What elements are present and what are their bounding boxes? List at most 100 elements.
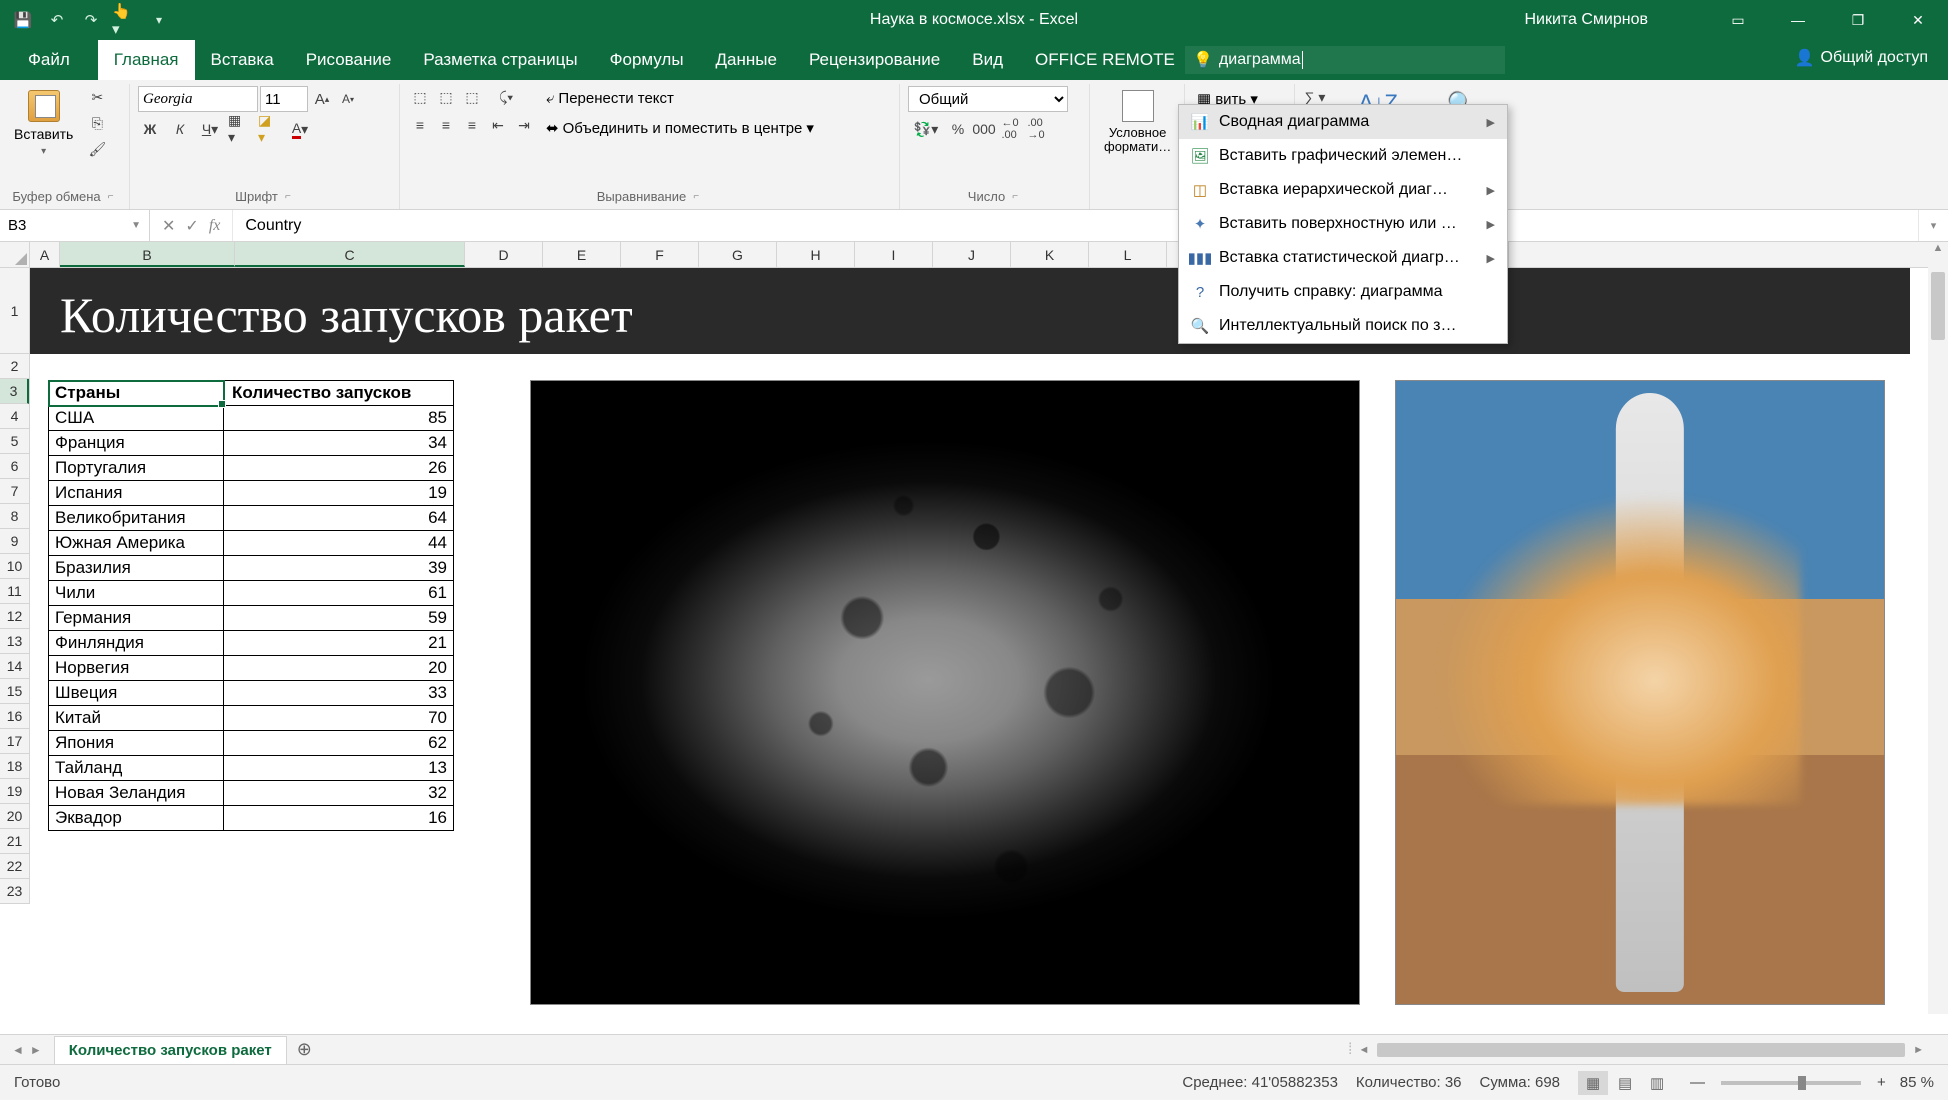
column-header[interactable]: F (621, 242, 699, 267)
vertical-scrollbar[interactable]: ▲ (1928, 242, 1948, 1014)
scroll-thumb[interactable] (1931, 272, 1945, 340)
zoom-level[interactable]: 85 % (1900, 1074, 1934, 1091)
table-row[interactable]: Бразилия39 (49, 556, 454, 581)
dialog-launcher-icon[interactable]: ⌐ (105, 191, 117, 203)
row-header[interactable]: 21 (0, 829, 29, 854)
dd-insert-hierarchical[interactable]: ◫Вставка иерархической диаг…▶ (1179, 173, 1507, 207)
row-header[interactable]: 5 (0, 429, 29, 454)
format-painter-icon[interactable]: 🖌 (85, 138, 109, 160)
column-header[interactable]: C (235, 242, 465, 267)
table-row[interactable]: Великобритания64 (49, 506, 454, 531)
column-header[interactable]: D (465, 242, 543, 267)
select-all-corner[interactable] (0, 242, 30, 268)
table-row[interactable]: Новая Зеландия32 (49, 781, 454, 806)
dd-pivot-chart[interactable]: 📊Сводная диаграмма▶ (1179, 105, 1507, 139)
row-header[interactable]: 14 (0, 654, 29, 679)
row-header[interactable]: 11 (0, 579, 29, 604)
new-sheet-icon[interactable]: ⊕ (287, 1039, 322, 1060)
row-header[interactable]: 20 (0, 804, 29, 829)
dd-get-help[interactable]: ?Получить справку: диаграмма (1179, 275, 1507, 309)
column-header[interactable]: H (777, 242, 855, 267)
copy-icon[interactable]: ⎘ (85, 112, 109, 134)
column-header[interactable]: E (543, 242, 621, 267)
paste-button[interactable]: Вставить ▾ (8, 86, 79, 161)
tab-home[interactable]: Главная (98, 40, 195, 80)
font-name-select[interactable] (138, 86, 258, 112)
table-row[interactable]: США85 (49, 406, 454, 431)
column-header[interactable]: B (60, 242, 235, 267)
accounting-format-icon[interactable]: 💱▾ (908, 118, 944, 140)
row-header[interactable]: 6 (0, 454, 29, 479)
table-row[interactable]: Чили61 (49, 581, 454, 606)
zoom-out-icon[interactable]: — (1684, 1074, 1711, 1091)
increase-font-icon[interactable]: A▴ (310, 88, 334, 110)
table-row[interactable]: Норвегия20 (49, 656, 454, 681)
merge-center-button[interactable]: ⬌Объединить и поместить в центре ▾ (542, 115, 818, 141)
tab-page-layout[interactable]: Разметка страницы (407, 40, 593, 80)
row-header[interactable]: 3 (0, 379, 29, 404)
sheet-nav-next-icon[interactable]: ► (30, 1043, 42, 1057)
align-left-icon[interactable]: ≡ (408, 114, 432, 136)
italic-icon[interactable]: К (168, 118, 192, 140)
dd-insert-surface[interactable]: ✦Вставить поверхностную или …▶ (1179, 207, 1507, 241)
row-header[interactable]: 1 (0, 268, 29, 354)
sheet-nav-prev-icon[interactable]: ◄ (12, 1043, 24, 1057)
fx-icon[interactable]: fx (209, 217, 221, 235)
touch-mode-icon[interactable]: 👆▾ (112, 7, 138, 33)
formula-input[interactable]: Country (233, 210, 1918, 241)
table-row[interactable]: Германия59 (49, 606, 454, 631)
row-header[interactable]: 22 (0, 854, 29, 879)
cells-area[interactable]: Количество запусков ракет СтраныКоличест… (30, 268, 1948, 1010)
dialog-launcher-icon[interactable]: ⌐ (282, 191, 294, 203)
view-normal-icon[interactable]: ▦ (1578, 1071, 1608, 1095)
enter-formula-icon[interactable]: ✓ (185, 216, 198, 236)
table-row[interactable]: Южная Америка44 (49, 531, 454, 556)
dd-insert-statistical[interactable]: ▮▮▮Вставка статистической диагр…▶ (1179, 241, 1507, 275)
zoom-slider[interactable] (1721, 1081, 1861, 1085)
column-header[interactable]: A (30, 242, 60, 267)
align-right-icon[interactable]: ≡ (460, 114, 484, 136)
dd-smart-lookup[interactable]: 🔍Интеллектуальный поиск по з… (1179, 309, 1507, 343)
horizontal-scrollbar[interactable]: ⁞ ◄ ► (1348, 1041, 1948, 1059)
column-header[interactable]: L (1089, 242, 1167, 267)
table-row[interactable]: Испания19 (49, 481, 454, 506)
cut-icon[interactable]: ✂ (85, 86, 109, 108)
column-header[interactable]: I (855, 242, 933, 267)
row-header[interactable]: 17 (0, 729, 29, 754)
align-top-icon[interactable]: ⬚ (408, 86, 432, 108)
undo-icon[interactable]: ↶ (44, 7, 70, 33)
maximize-icon[interactable]: ❐ (1828, 0, 1888, 40)
decrease-font-icon[interactable]: A▾ (336, 88, 360, 110)
table-row[interactable]: Финляндия21 (49, 631, 454, 656)
zoom-in-icon[interactable]: + (1871, 1074, 1892, 1091)
scroll-thumb[interactable] (1377, 1043, 1905, 1057)
table-row[interactable]: Эквадор16 (49, 806, 454, 831)
column-header[interactable]: K (1011, 242, 1089, 267)
row-header[interactable]: 7 (0, 479, 29, 504)
chevron-down-icon[interactable]: ▼ (131, 220, 141, 231)
decrease-indent-icon[interactable]: ⇤ (486, 114, 510, 136)
view-page-layout-icon[interactable]: ▤ (1610, 1071, 1640, 1095)
tab-data[interactable]: Данные (700, 40, 793, 80)
image-rocket-launch[interactable] (1395, 380, 1885, 1005)
row-header[interactable]: 2 (0, 354, 29, 379)
dialog-launcher-icon[interactable]: ⌐ (1009, 191, 1021, 203)
orientation-icon[interactable]: ⤹▾ (486, 86, 526, 108)
tab-review[interactable]: Рецензирование (793, 40, 956, 80)
row-header[interactable]: 12 (0, 604, 29, 629)
align-center-icon[interactable]: ≡ (434, 114, 458, 136)
row-header[interactable]: 23 (0, 879, 29, 904)
ribbon-options-icon[interactable]: ▭ (1708, 0, 1768, 40)
percent-icon[interactable]: % (946, 118, 970, 140)
table-row[interactable]: Франция34 (49, 431, 454, 456)
view-page-break-icon[interactable]: ▥ (1642, 1071, 1672, 1095)
borders-icon[interactable]: ▦ ▾ (228, 118, 252, 140)
expand-formula-bar-icon[interactable]: ▾ (1918, 210, 1948, 241)
bold-icon[interactable]: Ж (138, 118, 162, 140)
sheet-tab-active[interactable]: Количество запусков ракет (54, 1036, 287, 1064)
save-icon[interactable]: 💾 (10, 7, 36, 33)
name-box[interactable]: B3 ▼ (0, 210, 150, 241)
tell-me-search[interactable]: 💡 диаграмма (1185, 46, 1505, 74)
table-header-country[interactable]: Страны (49, 381, 224, 406)
table-row[interactable]: Португалия26 (49, 456, 454, 481)
